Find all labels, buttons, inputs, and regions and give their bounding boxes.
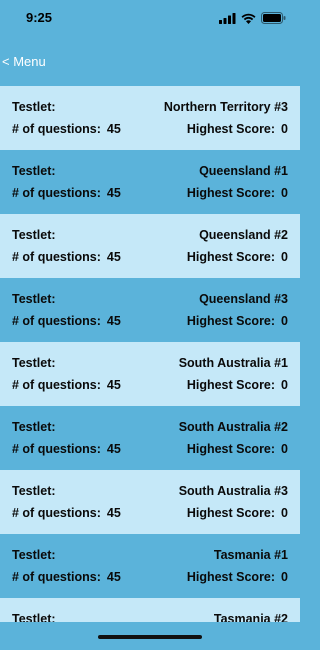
testlet-label: Testlet: (12, 612, 56, 622)
testlet-row[interactable]: Testlet: Tasmania #2 (0, 598, 300, 622)
status-bar: 9:25 (0, 0, 300, 40)
testlet-row[interactable]: Testlet: South Australia #2 # of question… (0, 406, 300, 470)
testlet-row[interactable]: Testlet: Tasmania #1 # of questions: 45 Hig… (0, 534, 300, 598)
questions-label: # of questions: (12, 186, 101, 200)
battery-icon (261, 12, 286, 24)
questions-label: # of questions: (12, 122, 101, 136)
testlet-name: Northern Territory #3 (163, 100, 288, 114)
highest-score-label: Highest Score: (186, 314, 276, 328)
highest-score-label: Highest Score: (186, 506, 276, 520)
testlet-label: Testlet: (12, 420, 56, 434)
cellular-signal-icon (219, 12, 236, 24)
questions-count: 45 (106, 378, 121, 392)
questions-label: # of questions: (12, 378, 101, 392)
testlet-label: Testlet: (12, 548, 56, 562)
highest-score-value: 0 (281, 570, 288, 584)
bottom-bar (0, 622, 300, 650)
highest-score-value: 0 (281, 442, 288, 456)
highest-score-value: 0 (281, 250, 288, 264)
highest-score-value: 0 (281, 314, 288, 328)
testlet-name: Queensland #2 (199, 228, 288, 242)
questions-count: 45 (106, 314, 121, 328)
highest-score-value: 0 (281, 186, 288, 200)
testlet-name: South Australia #1 (178, 356, 288, 370)
testlet-name: South Australia #2 (178, 420, 288, 434)
questions-count: 45 (106, 186, 121, 200)
testlet-label: Testlet: (12, 356, 56, 370)
status-time: 9:25 (26, 10, 53, 25)
testlet-row[interactable]: Testlet: Queensland #1 # of questions: 45 H… (0, 150, 300, 214)
questions-label: # of questions: (12, 314, 101, 328)
highest-score-label: Highest Score: (186, 250, 276, 264)
highest-score-value: 0 (281, 122, 288, 136)
testlet-row[interactable]: Testlet: Queensland #2 # of questions: 45 H… (0, 214, 300, 278)
questions-count: 45 (106, 570, 121, 584)
testlet-label: Testlet: (12, 292, 56, 306)
testlet-row[interactable]: Testlet: Northern Territory #3 # of quest… (0, 86, 300, 150)
testlet-name: Queensland #3 (199, 292, 288, 306)
testlet-row[interactable]: Testlet: South Australia #3 # of question… (0, 470, 300, 534)
nav-bar: < Menu (0, 40, 300, 84)
testlet-list: Testlet: Northern Territory #3 # of quest… (0, 86, 300, 622)
testlet-name: Tasmania #1 (213, 548, 288, 562)
testlet-label: Testlet: (12, 100, 56, 114)
questions-count: 45 (106, 506, 121, 520)
questions-count: 45 (106, 250, 121, 264)
status-icons (219, 12, 286, 24)
testlet-name: South Australia #3 (178, 484, 288, 498)
wifi-icon (241, 13, 256, 24)
testlet-label: Testlet: (12, 484, 56, 498)
questions-count: 45 (106, 442, 121, 456)
testlet-label: Testlet: (12, 228, 56, 242)
highest-score-label: Highest Score: (186, 442, 276, 456)
home-indicator[interactable] (98, 635, 202, 639)
questions-label: # of questions: (12, 570, 101, 584)
highest-score-value: 0 (281, 506, 288, 520)
questions-count: 45 (106, 122, 121, 136)
back-menu-button[interactable]: < Menu (2, 54, 46, 69)
testlet-name: Queensland #1 (199, 164, 288, 178)
highest-score-label: Highest Score: (186, 378, 276, 392)
testlet-label: Testlet: (12, 164, 56, 178)
highest-score-label: Highest Score: (186, 570, 276, 584)
questions-label: # of questions: (12, 442, 101, 456)
testlet-name: Tasmania #2 (213, 612, 288, 622)
highest-score-label: Highest Score: (186, 186, 276, 200)
questions-label: # of questions: (12, 506, 101, 520)
questions-label: # of questions: (12, 250, 101, 264)
testlet-row[interactable]: Testlet: Queensland #3 # of questions: 45 H… (0, 278, 300, 342)
highest-score-value: 0 (281, 378, 288, 392)
highest-score-label: Highest Score: (186, 122, 276, 136)
testlet-row[interactable]: Testlet: South Australia #1 # of question… (0, 342, 300, 406)
